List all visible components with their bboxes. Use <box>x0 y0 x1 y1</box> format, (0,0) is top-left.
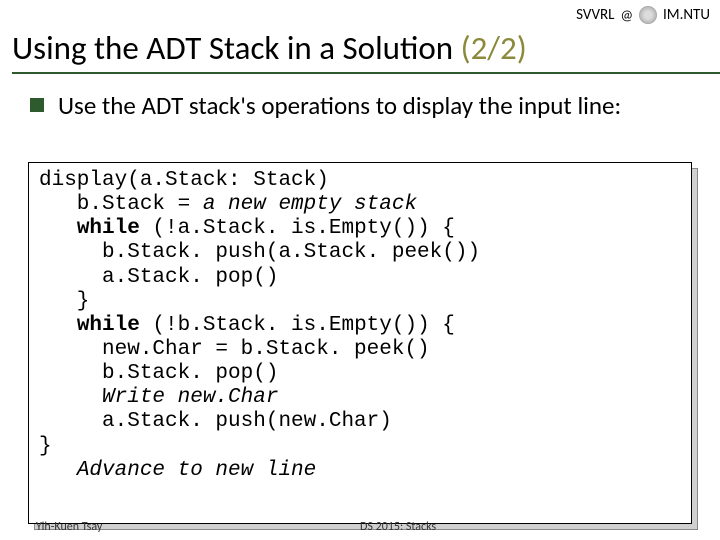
code-l3c: (!a.Stack. is.Empty()) { <box>140 217 455 240</box>
header: SVVRL @ IM.NTU <box>576 6 710 24</box>
page-title: Using the ADT Stack in a Solution (2/2) <box>12 28 527 68</box>
title-underline <box>12 72 720 74</box>
header-right: IM.NTU <box>663 6 710 24</box>
code-l3a <box>39 217 77 240</box>
code-l3b: while <box>77 217 140 240</box>
code-l10b: Write new.Char <box>102 386 278 409</box>
code-l9: b.Stack. pop() <box>39 362 278 385</box>
header-left: SVVRL <box>576 6 614 24</box>
code-l2a: b.Stack = <box>39 193 203 216</box>
code-l8: new.Char = b.Stack. peek() <box>39 338 430 361</box>
code-box: display(a.Stack: Stack) b.Stack = a new … <box>28 162 692 524</box>
code-l11: a.Stack. push(new.Char) <box>39 410 392 433</box>
code-l7a <box>39 314 77 337</box>
code-l6: } <box>39 290 89 313</box>
code-l7b: while <box>77 314 140 337</box>
code-l12: } <box>39 435 52 458</box>
code-l13a <box>39 459 77 482</box>
title-main: Using the ADT Stack in a Solution <box>12 28 461 68</box>
bullet-item: Use the ADT stack's operations to displa… <box>30 90 700 121</box>
code-l10a <box>39 386 102 409</box>
square-bullet-icon <box>30 98 44 112</box>
title-paren: (2/2) <box>461 28 527 68</box>
code-l1: display(a.Stack: Stack) <box>39 169 329 192</box>
footer-course: DS 2015: Stacks <box>360 520 436 534</box>
logo-icon <box>639 6 657 24</box>
code-l2b: a new empty stack <box>203 193 417 216</box>
header-at: @ <box>620 7 633 24</box>
code-l7c: (!b.Stack. is.Empty()) { <box>140 314 455 337</box>
bullet-text: Use the ADT stack's operations to displa… <box>58 90 621 121</box>
code-l5: a.Stack. pop() <box>39 266 278 289</box>
footer-author: Yih-Kuen Tsay <box>36 520 102 534</box>
code-l13b: Advance to new line <box>77 459 316 482</box>
code-l4: b.Stack. push(a.Stack. peek()) <box>39 241 480 264</box>
